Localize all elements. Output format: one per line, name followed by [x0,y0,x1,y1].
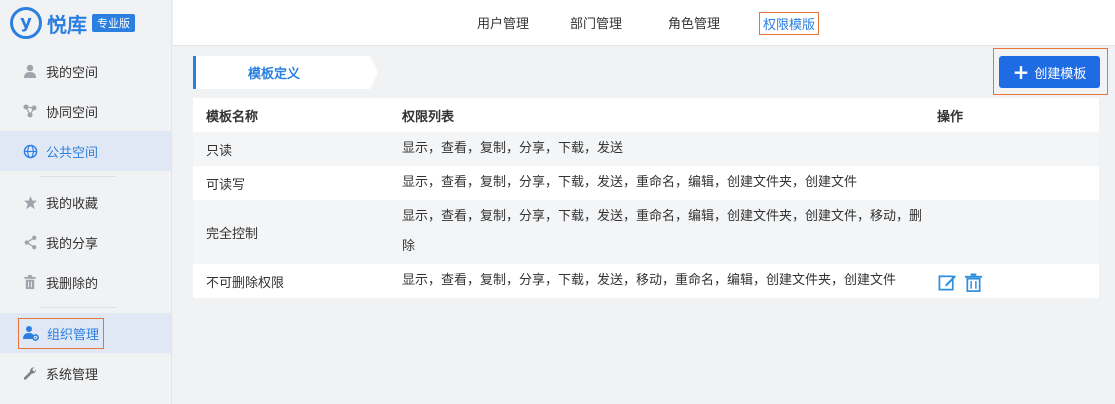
column-header-actions: 操作 [924,98,1099,132]
user-icon [22,63,38,79]
sidebar-item-favorites[interactable]: 我的收藏 [0,182,171,222]
table-header-row: 模板名称 权限列表 操作 [193,98,1099,132]
template-permissions: 显示，查看，复制，分享，下载，发送，重命名，编辑，创建文件夹，创建文件 [389,166,924,200]
sidebar-item-my-space[interactable]: 我的空间 [0,51,171,91]
share-nodes-icon [22,103,38,119]
create-template-highlight: + 创建模板 [993,48,1108,95]
org-settings-icon [23,325,39,341]
sidebar-divider [40,307,116,308]
tab-department-management[interactable]: 部门管理 [567,12,625,33]
template-actions [924,200,1099,264]
sidebar-item-label: 公共空间 [46,145,99,161]
highlight-box: 组织管理 [18,317,105,349]
sidebar-item-label: 我的分享 [46,236,99,252]
app-logo[interactable]: y 悦库 专业版 [0,0,171,46]
sidebar-item-org-management[interactable]: 组织管理 [0,313,171,353]
globe-icon [22,143,38,159]
sidebar-item-label: 组织管理 [47,327,100,343]
trash-icon [22,274,38,290]
template-actions [924,166,1099,200]
sidebar-divider [40,176,116,177]
template-permissions: 显示，查看，复制，分享，下载，发送，移动，重命名，编辑，创建文件夹，创建文件 [389,264,924,298]
template-permissions: 显示，查看，复制，分享，下载，发送，重命名，编辑，创建文件夹，创建文件，移动，删… [389,200,924,264]
logo-icon: y [10,7,42,39]
sidebar-item-label: 协同空间 [46,105,99,121]
column-header-permissions: 权限列表 [389,98,924,132]
logo-text: 悦库 [47,12,87,37]
sidebar: y 悦库 专业版 我的空间 协同空间 公共空间 我的收藏 我的分享 我删除的 组… [0,0,172,404]
create-template-label: 创建模板 [1034,66,1087,82]
sidebar-item-label: 我的收藏 [46,196,99,212]
table-row[interactable]: 不可删除权限 显示，查看，复制，分享，下载，发送，移动，重命名，编辑，创建文件夹… [193,264,1099,298]
sidebar-item-label: 我的空间 [46,65,99,81]
sidebar-item-deleted[interactable]: 我删除的 [0,262,171,302]
create-template-button[interactable]: + 创建模板 [999,56,1100,88]
wrench-icon [22,365,38,381]
edition-badge: 专业版 [92,14,135,32]
sidebar-item-my-shares[interactable]: 我的分享 [0,222,171,262]
template-actions [924,132,1099,166]
plus-icon: + [1012,60,1030,84]
table-row[interactable]: 可读写 显示，查看，复制，分享，下载，发送，重命名，编辑，创建文件夹，创建文件 [193,166,1099,200]
delete-icon[interactable] [963,273,983,293]
top-navigation: 用户管理 部门管理 角色管理 权限模版 [173,0,1115,46]
table-row[interactable]: 只读 显示，查看，复制，分享，下载，发送 [193,132,1099,166]
template-permissions: 显示，查看，复制，分享，下载，发送 [389,132,924,166]
column-header-name: 模板名称 [193,98,389,132]
tab-permission-templates[interactable]: 权限模版 [759,12,820,35]
template-name: 只读 [193,132,389,166]
sidebar-item-public-space[interactable]: 公共空间 [0,131,171,171]
template-name: 完全控制 [193,200,389,264]
template-table: 模板名称 权限列表 操作 只读 显示，查看，复制，分享，下载，发送 可读写 显示… [193,98,1099,298]
sidebar-item-collab-space[interactable]: 协同空间 [0,91,171,131]
template-actions [924,264,1099,298]
sidebar-item-system-management[interactable]: 系统管理 [0,353,171,393]
section-tab-template-definition[interactable]: 模板定义 [193,56,378,89]
sidebar-item-label: 我删除的 [46,276,99,292]
edit-icon[interactable] [937,273,957,293]
share-icon [22,234,38,250]
template-name: 不可删除权限 [193,264,389,298]
tab-role-management[interactable]: 角色管理 [665,12,723,33]
table-row[interactable]: 完全控制 显示，查看，复制，分享，下载，发送，重命名，编辑，创建文件夹，创建文件… [193,200,1099,264]
template-name: 可读写 [193,166,389,200]
star-icon [22,194,38,210]
tab-user-management[interactable]: 用户管理 [474,12,532,33]
sidebar-item-label: 系统管理 [46,367,99,383]
